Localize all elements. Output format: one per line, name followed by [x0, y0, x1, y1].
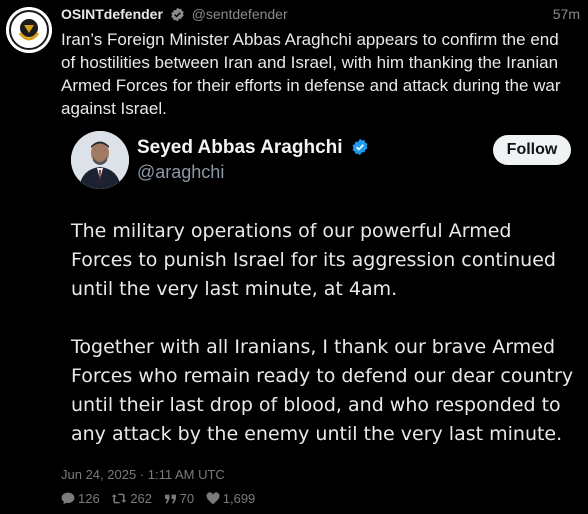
heart-icon — [206, 492, 220, 505]
like-count: 1,699 — [222, 491, 256, 506]
post-header: OSINTdefender @sentdefender 57m — [61, 6, 580, 24]
post-time[interactable]: 57m — [553, 6, 580, 22]
like-stat[interactable]: 1,699 — [206, 491, 256, 506]
quoted-post-paragraph: Together with all Iranians, I thank our … — [71, 336, 574, 445]
author-handle[interactable]: @sentdefender — [192, 6, 288, 22]
post-text: Iran’s Foreign Minister Abbas Araghchi a… — [61, 30, 561, 118]
quoted-author-name-row: Seyed Abbas Araghchi — [137, 137, 369, 159]
quote-icon — [164, 494, 176, 504]
quote-stat[interactable]: 70 — [164, 491, 194, 506]
quote-count: 70 — [179, 491, 195, 506]
verified-badge-icon — [171, 7, 184, 22]
quoted-author-avatar[interactable] — [71, 131, 129, 189]
reply-stat[interactable]: 126 — [61, 491, 100, 506]
person-portrait-icon — [71, 131, 129, 189]
follow-button[interactable]: Follow — [493, 135, 571, 165]
post-date[interactable]: Jun 24, 2025 · 1:11 AM UTC — [61, 467, 225, 482]
author-display-name[interactable]: OSINTdefender — [61, 6, 163, 22]
reply-count: 126 — [78, 491, 100, 506]
comment-icon — [61, 492, 75, 505]
quoted-post[interactable]: Seyed Abbas Araghchi @araghchi Follow Th… — [61, 127, 585, 457]
author-avatar[interactable] — [6, 7, 52, 53]
quoted-author-handle[interactable]: @araghchi — [137, 162, 224, 183]
retweet-icon — [111, 493, 127, 504]
repost-stat[interactable]: 262 — [111, 491, 152, 506]
engagement-stats: 126 262 70 1,699 — [61, 491, 263, 506]
quoted-author-display-name[interactable]: Seyed Abbas Araghchi — [137, 137, 343, 158]
verified-badge-icon — [352, 138, 368, 156]
osintdefender-logo-avatar — [6, 7, 52, 53]
quoted-post-paragraph: The military operations of our powerful … — [71, 220, 556, 300]
repost-count: 262 — [130, 491, 153, 506]
